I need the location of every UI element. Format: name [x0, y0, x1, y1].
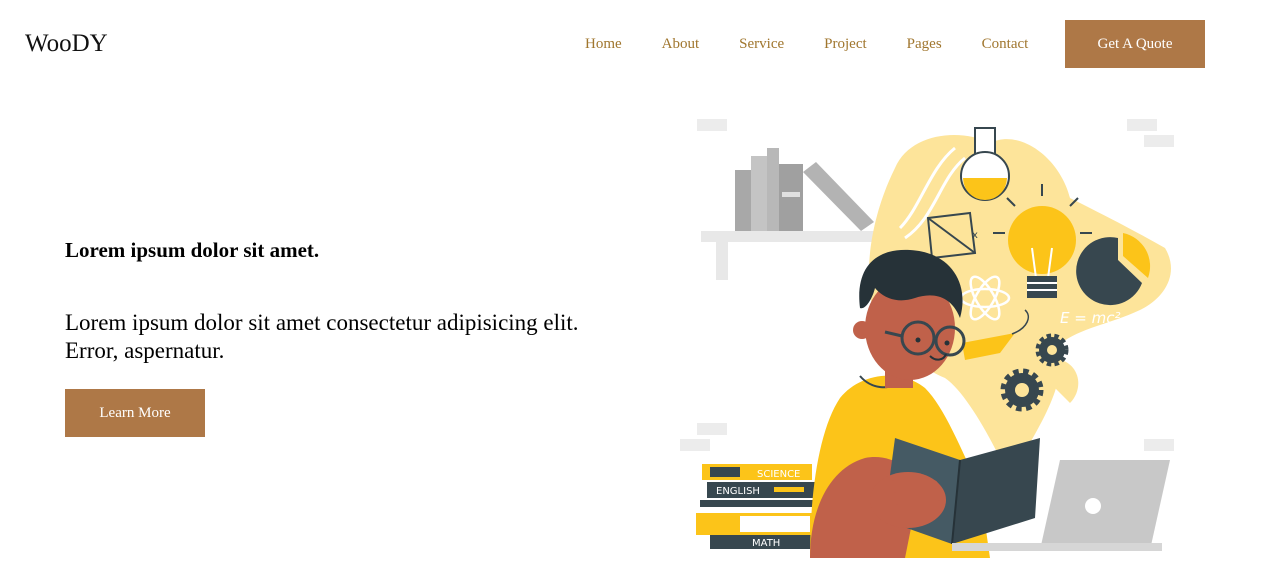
hero-text: Lorem ipsum dolor sit amet consectetur a…: [65, 310, 579, 363]
nav-link-home[interactable]: Home: [565, 34, 642, 54]
hero-illustration: x E = mc² SCIENCE ENGLISH MATH: [660, 88, 1220, 558]
nav-link-contact[interactable]: Contact: [962, 34, 1049, 54]
svg-text:x: x: [972, 230, 978, 241]
bookshelf: [701, 148, 886, 280]
brand-logo[interactable]: WooDY: [25, 29, 108, 59]
formula-text: E = mc²: [1060, 309, 1120, 327]
hand: [870, 472, 946, 528]
book-english-label: ENGLISH: [716, 486, 760, 497]
nav-link-service[interactable]: Service: [719, 34, 804, 54]
nav-links: Home About Service Project Pages Contact: [565, 0, 1048, 88]
get-a-quote-button[interactable]: Get A Quote: [1065, 20, 1205, 68]
nav-link-about[interactable]: About: [642, 34, 720, 54]
book-science-label: SCIENCE: [757, 469, 800, 480]
navbar: WooDY Home About Service Project Pages C…: [0, 0, 1264, 88]
book-math-label: MATH: [752, 538, 780, 549]
nav-link-project[interactable]: Project: [804, 34, 887, 54]
nav-link-pages[interactable]: Pages: [887, 34, 962, 54]
learn-more-button[interactable]: Learn More: [65, 389, 205, 437]
student-reading-illustration: x E = mc² SCIENCE ENGLISH MATH: [680, 119, 1174, 558]
hero-heading: Lorem ipsum dolor sit amet.: [65, 238, 320, 262]
